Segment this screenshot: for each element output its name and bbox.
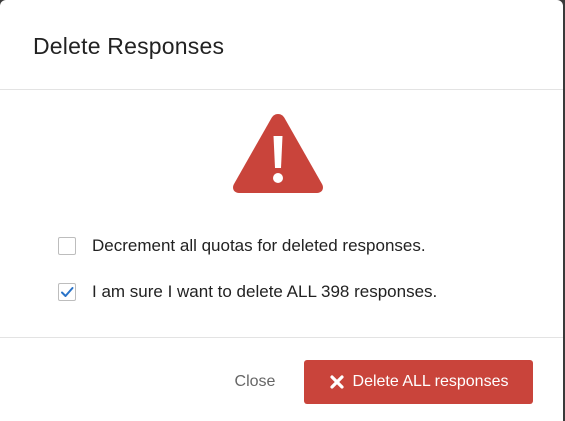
delete-all-responses-button[interactable]: Delete ALL responses <box>304 360 533 404</box>
warning-triangle-icon <box>233 114 323 193</box>
decrement-quotas-label: Decrement all quotas for deleted respons… <box>92 236 426 255</box>
delete-responses-dialog: Delete Responses Decrement all quotas fo… <box>0 0 563 421</box>
decrement-quotas-option[interactable]: Decrement all quotas for deleted respons… <box>58 236 426 256</box>
checkmark-icon <box>61 287 74 297</box>
close-button[interactable]: Close <box>222 360 288 404</box>
dialog-header: Delete Responses <box>0 0 563 90</box>
confirm-delete-checkbox[interactable] <box>58 283 76 301</box>
dialog-body: Decrement all quotas for deleted respons… <box>0 90 563 338</box>
x-icon <box>329 375 344 389</box>
dialog-title: Delete Responses <box>33 33 225 59</box>
dialog-footer: Close Delete ALL responses <box>0 338 563 421</box>
decrement-quotas-checkbox[interactable] <box>58 237 76 255</box>
confirm-delete-option[interactable]: I am sure I want to delete ALL 398 respo… <box>58 282 437 302</box>
delete-all-responses-label: Delete ALL responses <box>352 373 509 390</box>
confirm-delete-label: I am sure I want to delete ALL 398 respo… <box>92 282 438 301</box>
